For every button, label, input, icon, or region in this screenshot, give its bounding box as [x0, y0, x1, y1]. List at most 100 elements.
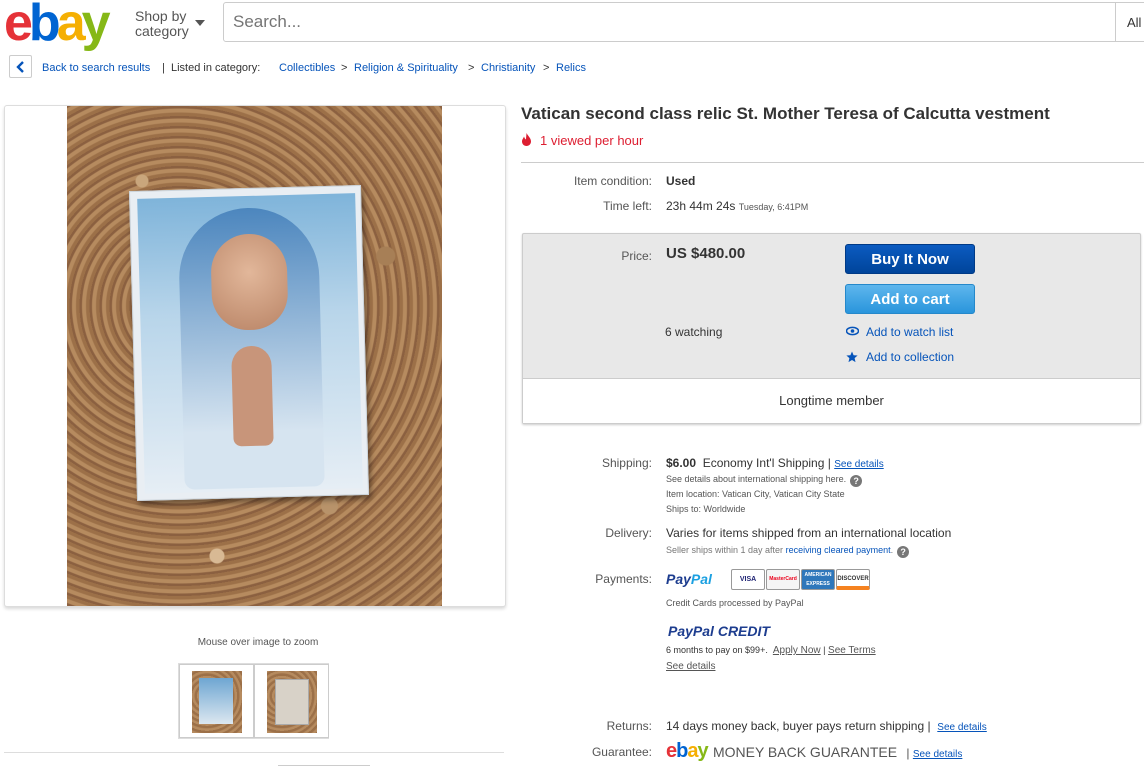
delivery-note: Seller ships within 1 day after receivin… — [666, 545, 910, 558]
breadcrumb-item-religion[interactable]: Religion & Spirituality — [354, 62, 458, 74]
ebay-logo[interactable]: ebay — [4, 0, 111, 49]
back-button[interactable] — [9, 55, 32, 78]
money-back-guarantee-text: MONEY BACK GUARANTEE — [712, 744, 898, 760]
guarantee-value: ebay MONEY BACK GUARANTEE | See details — [666, 740, 962, 763]
all-categories-label: All — [1127, 15, 1142, 30]
shop-by-category-button[interactable]: Shop by category — [135, 9, 189, 39]
all-categories-select[interactable]: All — [1115, 2, 1144, 42]
divider — [278, 765, 370, 769]
time-left-label: Time left: — [603, 199, 652, 213]
eye-icon — [846, 326, 859, 336]
shipping-label: Shipping: — [601, 456, 652, 470]
paypal-credit-logo: PayPal CREDIT — [668, 623, 770, 639]
see-terms-link[interactable]: See Terms — [828, 645, 876, 656]
chevron-left-icon — [16, 61, 24, 73]
separator: | — [162, 62, 165, 74]
thumbnail-2[interactable] — [254, 664, 329, 738]
logo-letter: a — [687, 740, 698, 762]
shipping-service: Economy Int'l Shipping — [702, 456, 825, 470]
relic-card — [128, 185, 370, 501]
logo-letter: y — [81, 0, 111, 52]
shipping-note: See details about international shipping… — [666, 474, 863, 487]
breadcrumb-item-collectibles[interactable]: Collectibles — [279, 62, 335, 74]
logo-letter: e — [666, 740, 677, 762]
add-to-cart-button[interactable]: Add to cart — [845, 284, 975, 314]
divider — [4, 752, 504, 753]
returns-label: Returns: — [606, 719, 652, 733]
time-left-value: 23h 44m 24s Tuesday, 6:41PM — [666, 199, 808, 213]
logo-letter: b — [28, 0, 61, 52]
shipping-note-text: See details about international shipping… — [666, 474, 847, 484]
payments-see-details-link[interactable]: See details — [666, 661, 715, 672]
apply-now-link[interactable]: Apply Now — [773, 645, 821, 656]
guarantee-label: Guarantee: — [591, 745, 652, 759]
thumbnail-1[interactable] — [179, 664, 254, 738]
paypal-credit-part: PayPal — [668, 623, 714, 639]
main-image[interactable] — [4, 105, 506, 607]
flame-icon — [522, 133, 531, 146]
mastercard-icon: MasterCard — [766, 569, 800, 590]
product-photo — [67, 106, 442, 606]
listed-in-label: Listed in category: — [171, 62, 261, 74]
zoom-hint: Mouse over image to zoom — [197, 637, 319, 648]
price-box: Price: US $480.00 Buy It Now Add to cart… — [522, 233, 1141, 424]
shop-by-line1: Shop by — [135, 8, 187, 24]
breadcrumb-arrow: > — [341, 62, 348, 74]
divider — [521, 162, 1144, 163]
add-to-collection-link[interactable]: Add to collection — [846, 350, 955, 364]
separator: | — [906, 746, 910, 760]
help-icon[interactable]: ? — [897, 546, 910, 558]
visa-icon: VISA — [731, 569, 765, 590]
thumbnail-strip — [178, 663, 329, 739]
condition-value: Used — [666, 174, 696, 188]
seller-badge: Longtime member — [779, 393, 884, 408]
shipping-value: $6.00 Economy Int'l Shipping | See detai… — [666, 456, 884, 470]
separator: | — [827, 456, 831, 470]
watching-count: 6 watching — [665, 325, 723, 339]
paypal-credit-part: CREDIT — [717, 623, 770, 639]
discover-icon: DISCOVER — [836, 569, 870, 590]
credit-offer-text: 6 months to pay on $99+. — [666, 645, 768, 655]
buy-it-now-button[interactable]: Buy It Now — [845, 244, 975, 274]
cleared-payment-link[interactable]: receiving cleared payment — [786, 545, 891, 555]
header: ebay Shop by category All — [0, 0, 1144, 49]
guarantee-see-details-link[interactable]: See details — [913, 749, 962, 760]
price-value: US $480.00 — [666, 245, 746, 262]
paypal-logo-part: Pal — [690, 571, 712, 587]
returns-value: 14 days money back, buyer pays return sh… — [666, 719, 987, 733]
returns-see-details-link[interactable]: See details — [937, 722, 986, 733]
back-to-search-link[interactable]: Back to search results — [42, 62, 150, 74]
breadcrumb-arrow: > — [543, 62, 550, 74]
paypal-logo: PayPal — [666, 571, 712, 587]
star-icon — [846, 351, 858, 363]
time-left-countdown: 23h 44m 24s — [666, 199, 736, 213]
logo-letter: e — [4, 0, 33, 52]
logo-letter: a — [56, 0, 86, 52]
help-icon[interactable]: ? — [850, 475, 863, 487]
item-location: Item location: Vatican City, Vatican Cit… — [666, 489, 845, 499]
delivery-value: Varies for items shipped from an interna… — [666, 526, 952, 540]
watch-list-label: Add to watch list — [866, 325, 954, 339]
collection-label: Add to collection — [866, 350, 955, 364]
price-label: Price: — [621, 249, 652, 263]
item-title: Vatican second class relic St. Mother Te… — [521, 104, 1050, 123]
add-to-watch-list-link[interactable]: Add to watch list — [846, 325, 954, 339]
payments-label: Payments: — [595, 572, 652, 586]
breadcrumb-item-christianity[interactable]: Christianity — [481, 62, 535, 74]
separator: | — [927, 719, 931, 733]
breadcrumb-arrow: > — [468, 62, 475, 74]
search-input[interactable] — [223, 2, 1116, 42]
amex-icon: AMERICAN EXPRESS — [801, 569, 835, 590]
caret-down-icon[interactable] — [195, 20, 205, 26]
time-left-end: Tuesday, 6:41PM — [738, 202, 809, 212]
breadcrumb-item-relics[interactable]: Relics — [556, 62, 586, 74]
credit-offer: 6 months to pay on $99+. Apply Now | See… — [666, 645, 876, 656]
viewed-text: 1 viewed per hour — [540, 133, 644, 148]
shipping-cost: $6.00 — [666, 456, 697, 470]
delivery-note-text: Seller ships within 1 day after — [666, 545, 784, 555]
shipping-see-details-link[interactable]: See details — [834, 459, 883, 470]
viewed-per-hour: 1 viewed per hour — [521, 133, 643, 148]
logo-letter: y — [697, 740, 708, 762]
returns-text: 14 days money back, buyer pays return sh… — [666, 719, 925, 733]
ships-to: Ships to: Worldwide — [666, 504, 746, 514]
